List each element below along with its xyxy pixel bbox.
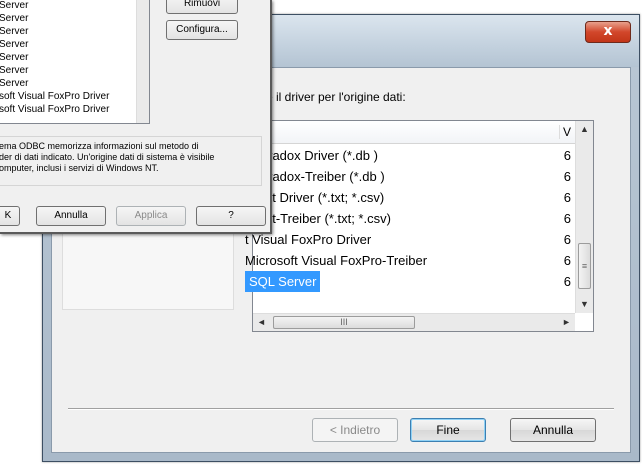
list-item[interactable]: t Text-Treiber (*.txt; *.csv) 6 bbox=[245, 208, 575, 229]
vertical-scrollbar[interactable] bbox=[136, 0, 149, 123]
list-item[interactable]: Server bbox=[0, 51, 149, 64]
info-line: omputer, inclusi i servizi di Windows NT… bbox=[0, 163, 159, 173]
info-line: der di dati indicato. Un'origine dati di… bbox=[0, 152, 215, 162]
button-separator bbox=[68, 408, 614, 410]
scroll-up-arrow-icon[interactable]: ▲ bbox=[576, 121, 593, 138]
list-item[interactable]: soft Visual FoxPro Driver bbox=[0, 103, 149, 116]
help-button[interactable]: ? bbox=[196, 206, 266, 226]
configure-button[interactable]: Configura... bbox=[166, 20, 238, 40]
horizontal-scroll-thumb[interactable]: III bbox=[273, 316, 415, 329]
cancel-button[interactable]: Annulla bbox=[510, 418, 596, 442]
list-item[interactable]: Server bbox=[0, 64, 149, 77]
driver-prompt-label: re il driver per l'origine dati: bbox=[262, 90, 406, 104]
ok-button[interactable]: K bbox=[0, 206, 20, 226]
driver-rows: t Paradox Driver (*.db ) 6 t Paradox-Trei… bbox=[245, 145, 575, 292]
list-item-selected[interactable]: SQL Server 6 bbox=[245, 271, 575, 292]
list-item[interactable]: t Text Driver (*.txt; *.csv) 6 bbox=[245, 187, 575, 208]
cancel-button[interactable]: Annulla bbox=[36, 206, 106, 226]
scroll-left-arrow-icon[interactable]: ◄ bbox=[253, 314, 270, 331]
list-item[interactable]: Server bbox=[0, 25, 149, 38]
info-line: ema ODBC memorizza informazioni sul meto… bbox=[0, 141, 199, 151]
finish-button[interactable]: Fine bbox=[410, 418, 486, 442]
vertical-scrollbar[interactable]: ▲ ≡ ▼ bbox=[575, 121, 593, 313]
apply-button[interactable]: Applica bbox=[116, 206, 186, 226]
list-item[interactable]: Microsoft Visual FoxPro-Treiber 6 bbox=[245, 250, 575, 271]
scroll-right-arrow-icon[interactable]: ► bbox=[558, 314, 575, 331]
list-item[interactable]: t Visual FoxPro Driver 6 bbox=[245, 229, 575, 250]
scroll-thumb[interactable]: ≡ bbox=[578, 243, 591, 289]
back-button[interactable]: < Indietro bbox=[312, 418, 398, 442]
list-item[interactable]: t Paradox Driver (*.db ) 6 bbox=[245, 145, 575, 166]
list-item[interactable]: t Paradox-Treiber (*.db ) 6 bbox=[245, 166, 575, 187]
info-description: ema ODBC memorizza informazioni sul meto… bbox=[0, 136, 262, 186]
list-item[interactable]: Server bbox=[0, 0, 149, 12]
list-item[interactable]: soft Visual FoxPro Driver bbox=[0, 90, 149, 103]
odbc-administrator-dialog: Server Server Server Server Server Serve… bbox=[0, 0, 272, 234]
version-column-header[interactable]: V bbox=[558, 125, 571, 139]
list-header[interactable]: V bbox=[253, 121, 575, 144]
close-button[interactable]: x bbox=[585, 21, 631, 43]
horizontal-scrollbar[interactable]: ◄ III ► bbox=[253, 313, 575, 331]
driver-list[interactable]: V t Paradox Driver (*.db ) 6 t Paradox-Tr… bbox=[245, 120, 594, 332]
list-item[interactable]: Server bbox=[0, 12, 149, 25]
data-source-list[interactable]: Server Server Server Server Server Serve… bbox=[0, 0, 150, 124]
remove-button[interactable]: Rimuovi bbox=[166, 0, 238, 14]
list-item[interactable]: Server bbox=[0, 77, 149, 90]
list-item[interactable]: Server bbox=[0, 38, 149, 51]
scroll-down-arrow-icon[interactable]: ▼ bbox=[576, 296, 593, 313]
